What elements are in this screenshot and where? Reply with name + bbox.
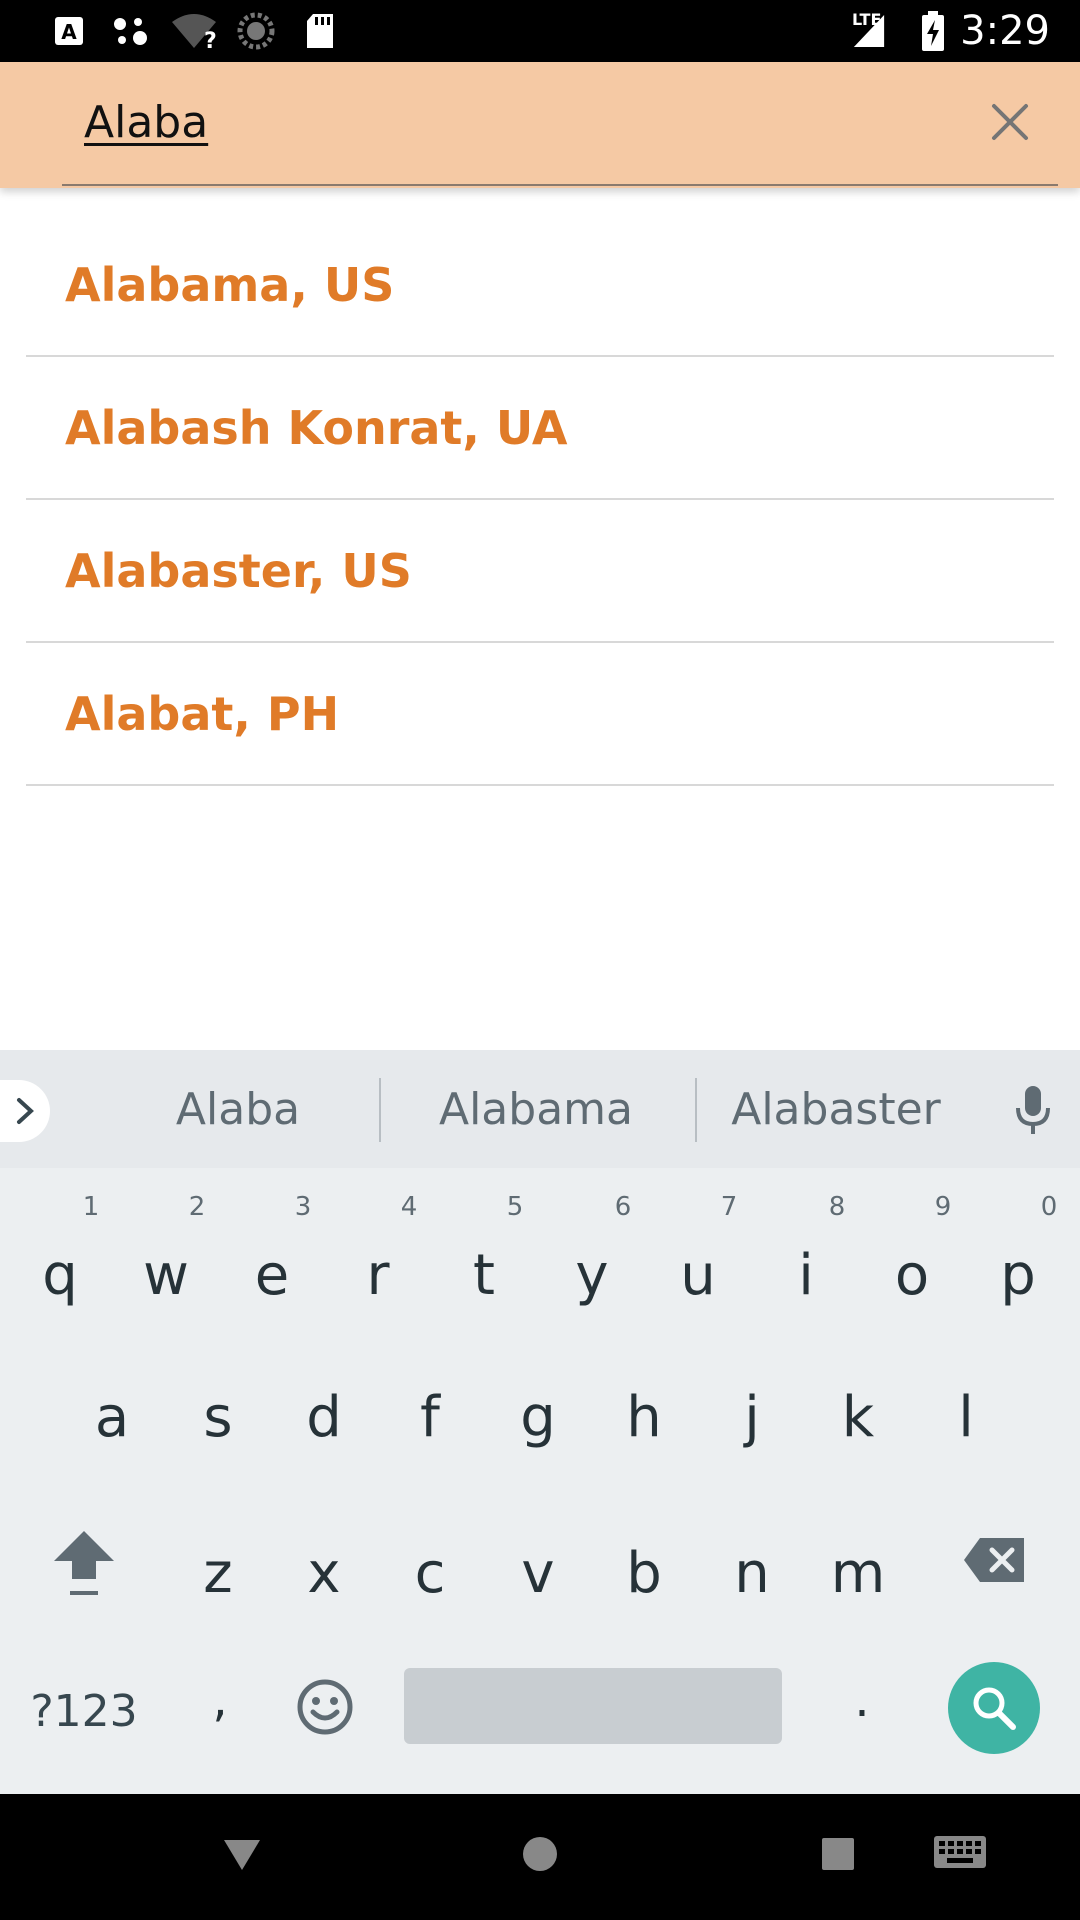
- search-input-underline: [62, 184, 1058, 186]
- key-h[interactable]: h: [614, 1388, 674, 1448]
- key-z[interactable]: z: [188, 1544, 248, 1604]
- key-hint-0: 0: [1040, 1192, 1058, 1222]
- key-hint-5: 5: [506, 1192, 524, 1222]
- key-k[interactable]: k: [828, 1388, 888, 1448]
- emoji-key[interactable]: [294, 1676, 356, 1738]
- recents-square-icon: [822, 1838, 854, 1870]
- key-n[interactable]: n: [722, 1544, 782, 1604]
- key-v[interactable]: v: [508, 1544, 568, 1604]
- network-type-label: LTE: [852, 10, 882, 29]
- svg-text:A: A: [61, 20, 77, 44]
- result-label: Alabat, PH: [65, 686, 340, 741]
- recents-button[interactable]: [816, 1824, 860, 1884]
- result-item[interactable]: Alabash Konrat, UA: [26, 357, 1054, 500]
- a-notification-icon: A: [52, 12, 86, 50]
- key-hint-3: 3: [294, 1192, 312, 1222]
- suggestion-strip: Alaba Alabama Alabaster: [0, 1050, 1080, 1168]
- key-w[interactable]: w: [136, 1246, 196, 1306]
- key-hint-8: 8: [828, 1192, 846, 1222]
- result-label: Alabama, US: [65, 257, 395, 312]
- clear-search-button[interactable]: [980, 92, 1040, 152]
- assistant-icon: [110, 12, 152, 50]
- key-i[interactable]: i: [776, 1246, 836, 1306]
- key-e[interactable]: e: [242, 1246, 302, 1306]
- keyboard-switch-button[interactable]: [932, 1824, 988, 1884]
- result-label: Alabash Konrat, UA: [65, 400, 568, 455]
- key-m[interactable]: m: [828, 1544, 888, 1604]
- search-icon: [973, 1687, 1016, 1730]
- result-label: Alabaster, US: [65, 543, 412, 598]
- key-y[interactable]: y: [562, 1246, 622, 1306]
- key-hint-6: 6: [614, 1192, 632, 1222]
- back-button[interactable]: [220, 1824, 264, 1884]
- key-hint-9: 9: [934, 1192, 952, 1222]
- loading-icon: [236, 12, 276, 50]
- key-t[interactable]: t: [454, 1246, 514, 1306]
- key-g[interactable]: g: [508, 1388, 568, 1448]
- result-item[interactable]: Alabat, PH: [26, 643, 1054, 786]
- suggestion-divider: [695, 1078, 697, 1142]
- key-hint-2: 2: [188, 1192, 206, 1222]
- suggestion-1[interactable]: Alaba: [140, 1084, 336, 1135]
- key-l[interactable]: l: [936, 1388, 996, 1448]
- smiley-icon: [297, 1679, 353, 1735]
- key-b[interactable]: b: [614, 1544, 674, 1604]
- key-x[interactable]: x: [294, 1544, 354, 1604]
- keyboard-search-button[interactable]: [948, 1662, 1040, 1754]
- symbols-key[interactable]: ?123: [26, 1682, 142, 1742]
- keyboard-icon: [934, 1836, 986, 1868]
- results-list: Alabama, US Alabash Konrat, UA Alabaster…: [0, 214, 1080, 786]
- shift-icon: [54, 1531, 114, 1595]
- key-p[interactable]: p: [988, 1246, 1048, 1306]
- result-item[interactable]: Alabaster, US: [26, 500, 1054, 643]
- back-triangle-icon: [224, 1840, 260, 1870]
- backspace-icon: [964, 1538, 1024, 1582]
- svg-text:?: ?: [204, 29, 217, 50]
- period-key[interactable]: .: [842, 1670, 882, 1730]
- key-hint-4: 4: [400, 1192, 418, 1222]
- suggestion-2[interactable]: Alabama: [420, 1084, 652, 1135]
- suggestion-divider: [379, 1078, 381, 1142]
- backspace-key[interactable]: [962, 1530, 1028, 1590]
- comma-key[interactable]: ,: [200, 1670, 240, 1730]
- battery-charging-icon: [920, 11, 946, 51]
- chevron-right-icon: [17, 1098, 34, 1124]
- keyboard: Alaba Alabama Alabaster q 1 w 2 e 3 r 4 t 5 y 6 u 7 i 8…: [0, 1050, 1080, 1794]
- key-o[interactable]: o: [882, 1246, 942, 1306]
- voice-input-button[interactable]: [1008, 1080, 1058, 1140]
- key-hint-7: 7: [720, 1192, 738, 1222]
- home-button[interactable]: [518, 1824, 562, 1884]
- search-header: Alaba: [0, 62, 1080, 188]
- key-d[interactable]: d: [294, 1388, 354, 1448]
- shift-key[interactable]: [52, 1528, 116, 1598]
- key-j[interactable]: j: [722, 1388, 782, 1448]
- navigation-bar: [0, 1794, 1080, 1920]
- home-circle-icon: [523, 1837, 557, 1871]
- sd-card-icon: [304, 12, 336, 50]
- key-s[interactable]: s: [188, 1388, 248, 1448]
- key-c[interactable]: c: [400, 1544, 460, 1604]
- suggestion-3[interactable]: Alabaster: [720, 1084, 952, 1135]
- close-icon: [992, 104, 1028, 140]
- key-hint-1: 1: [82, 1192, 100, 1222]
- space-key[interactable]: [404, 1668, 782, 1744]
- key-f[interactable]: f: [400, 1388, 460, 1448]
- search-input[interactable]: Alaba: [84, 97, 208, 148]
- key-u[interactable]: u: [668, 1246, 728, 1306]
- key-r[interactable]: r: [348, 1246, 408, 1306]
- wifi-unknown-icon: ?: [170, 12, 218, 50]
- key-q[interactable]: q: [30, 1246, 90, 1306]
- key-a[interactable]: a: [82, 1388, 142, 1448]
- expand-toolbar-button[interactable]: [0, 1080, 50, 1142]
- clock: 3:29: [960, 8, 1050, 54]
- status-bar: A ? LTE 3:29: [0, 0, 1080, 62]
- result-item[interactable]: Alabama, US: [26, 214, 1054, 357]
- microphone-icon: [1016, 1086, 1050, 1134]
